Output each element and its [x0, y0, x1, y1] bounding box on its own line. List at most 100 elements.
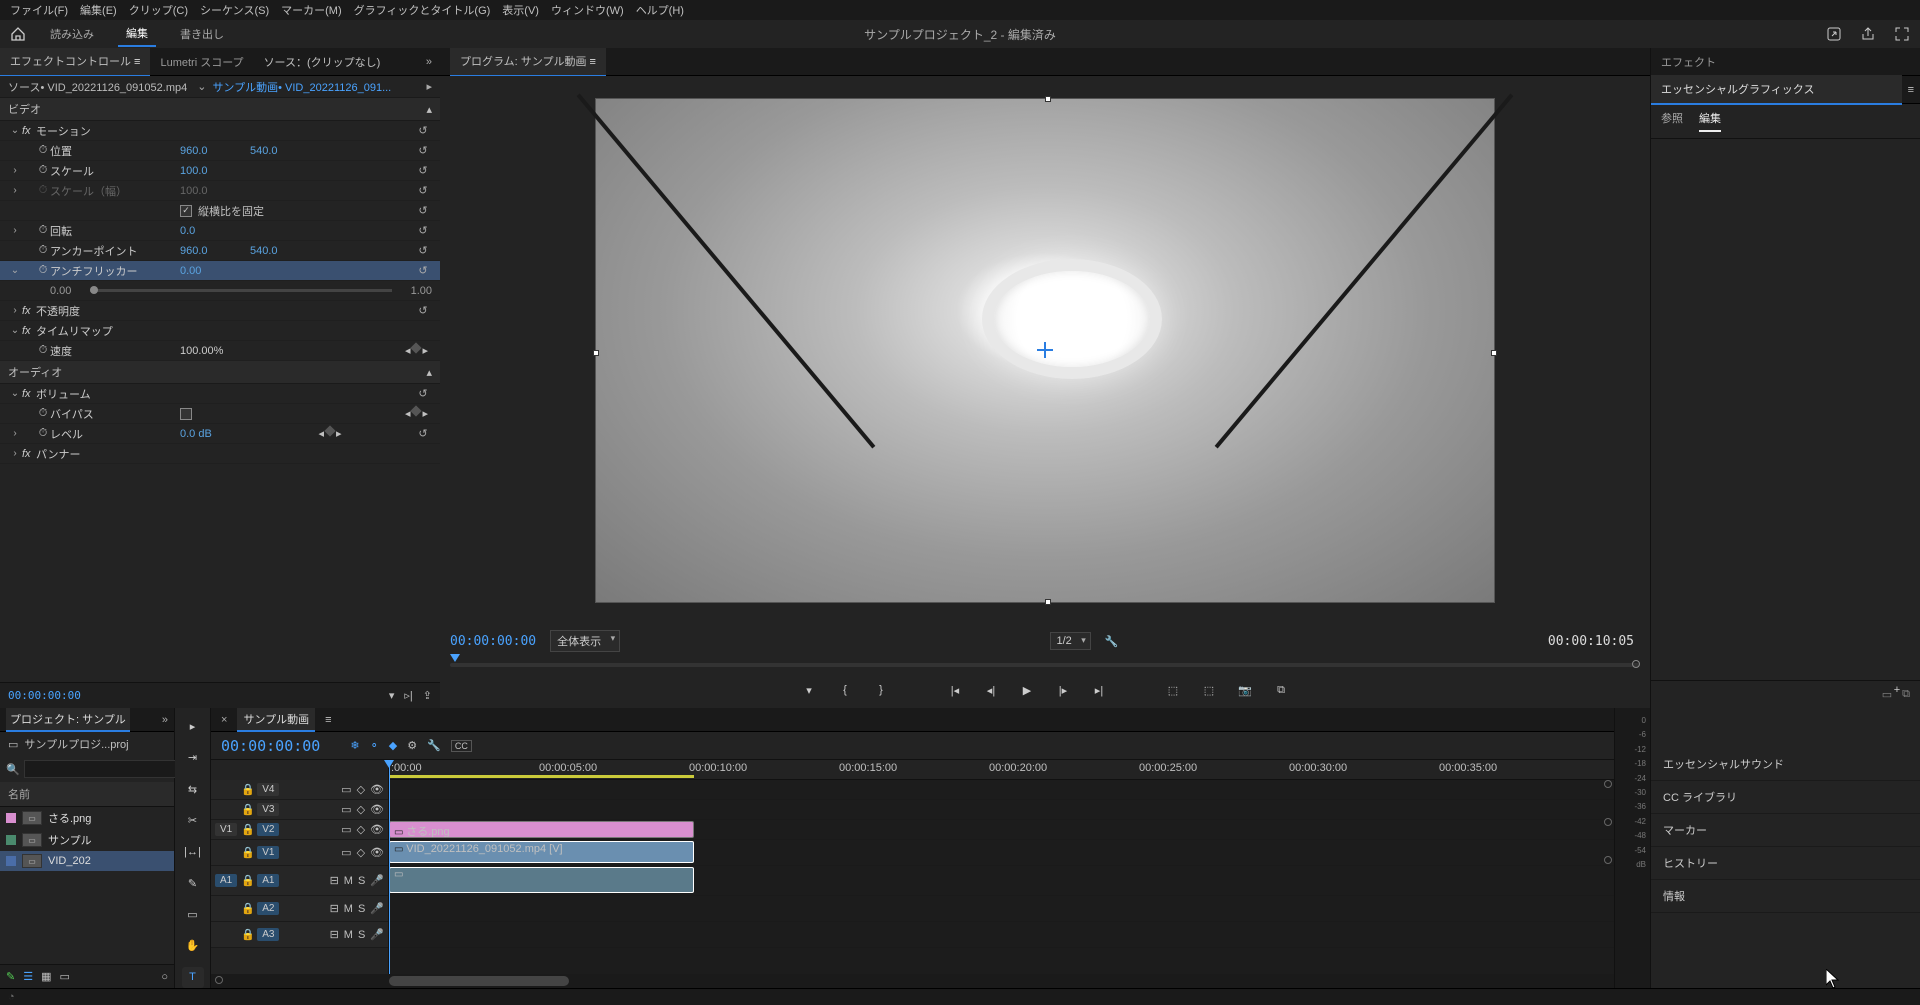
panel-tab-cc-libraries[interactable]: CC ライブラリ — [1651, 781, 1920, 814]
sync-lock-icon[interactable]: ◇ — [357, 846, 365, 859]
search-input[interactable] — [24, 760, 176, 778]
zoom-handle-icon[interactable] — [1604, 818, 1612, 826]
settings-icon[interactable]: 🔧 — [1105, 635, 1119, 648]
mic-icon[interactable]: 🎤 — [370, 928, 384, 941]
label-color-chip[interactable] — [6, 813, 16, 823]
workspace-tab-export[interactable]: 書き出し — [172, 22, 232, 46]
timeline-settings-icon[interactable]: ⚙ — [407, 739, 417, 752]
stopwatch-icon[interactable]: ⏱ — [36, 427, 50, 440]
volume-group[interactable]: ⌄fx ボリューム ↺ — [0, 384, 440, 404]
stopwatch-icon[interactable]: ⏱ — [36, 224, 50, 237]
mute-icon[interactable]: ▭ — [341, 823, 351, 836]
export-frame-icon[interactable]: 📷 — [1236, 681, 1254, 699]
tab-project[interactable]: プロジェクト: サンプル — [6, 708, 130, 732]
eye-icon[interactable]: 👁 — [370, 846, 384, 859]
track-header-a3[interactable]: A1 🔒 A3 ⊟MS🎤 — [211, 922, 388, 948]
reset-icon[interactable]: ↺ — [414, 304, 432, 317]
tab-essential-graphics[interactable]: エッセンシャルグラフィックス — [1651, 75, 1902, 105]
workspace-tab-import[interactable]: 読み込み — [42, 22, 102, 46]
write-pen-icon[interactable]: ✎ — [6, 970, 15, 983]
panel-tab-essential-sound[interactable]: エッセンシャルサウンド — [1651, 748, 1920, 781]
step-forward-icon[interactable]: |▸ — [1054, 681, 1072, 699]
reset-icon[interactable]: ↺ — [414, 144, 432, 157]
track-target-a1[interactable]: A1 — [257, 874, 279, 887]
prev-keyframe-icon[interactable]: ◂ — [405, 344, 411, 357]
track-header-a2[interactable]: A1 🔒 A2 ⊟MS🎤 — [211, 896, 388, 922]
pen-tool-icon[interactable]: ✎ — [182, 873, 204, 894]
list-item[interactable]: ▭ さる.png — [0, 807, 174, 829]
program-viewport[interactable] — [440, 76, 1650, 624]
freeform-view-icon[interactable]: ▭ — [60, 970, 70, 983]
linked-selection-icon[interactable]: ⚬ — [370, 739, 379, 752]
panel-tab-history[interactable]: ヒストリー — [1651, 847, 1920, 880]
menu-item[interactable]: ウィンドウ(W) — [551, 2, 624, 18]
type-tool-icon[interactable]: T — [182, 967, 204, 988]
track-target-a2[interactable]: A2 — [257, 902, 279, 915]
panel-menu-icon[interactable]: ≡ — [1902, 78, 1920, 102]
lock-icon[interactable]: 🔒 — [241, 823, 253, 836]
program-timecode-in[interactable]: 00:00:00:00 — [450, 634, 536, 649]
position-y-value[interactable]: 540.0 — [250, 145, 320, 157]
tab-source[interactable]: ソース：(クリップなし) — [254, 48, 391, 76]
menu-item[interactable]: 編集(E) — [80, 2, 117, 18]
reset-icon[interactable]: ↺ — [414, 164, 432, 177]
menu-item[interactable]: ヘルプ(H) — [636, 2, 684, 18]
label-color-chip[interactable] — [6, 835, 16, 845]
add-keyframe-icon[interactable] — [411, 405, 422, 416]
panel-tab-info[interactable]: 情報 — [1651, 880, 1920, 913]
anchor-x-value[interactable]: 960.0 — [180, 245, 250, 257]
mute-icon[interactable]: ⊟ — [330, 928, 339, 941]
slip-tool-icon[interactable]: |↔| — [182, 841, 204, 862]
play-icon[interactable]: ▶ — [1018, 681, 1036, 699]
source-patch-a1[interactable]: A1 — [215, 874, 237, 887]
menu-item[interactable]: 表示(V) — [502, 2, 539, 18]
mic-icon[interactable]: 🎤 — [370, 874, 384, 887]
stopwatch-icon[interactable]: ⏱ — [36, 244, 50, 257]
list-item[interactable]: ▭ サンプル — [0, 829, 174, 851]
menu-item[interactable]: マーカー(M) — [281, 2, 342, 18]
go-to-out-icon[interactable]: ▸| — [1090, 681, 1108, 699]
menu-item[interactable]: グラフィックとタイトル(G) — [354, 2, 491, 18]
export-frame-icon[interactable]: ⇪ — [423, 689, 432, 702]
anchor-point-icon[interactable] — [1037, 342, 1053, 358]
selection-tool-icon[interactable]: ▸ — [182, 716, 204, 737]
lock-icon[interactable]: 🔒 — [241, 874, 253, 887]
subtab-edit[interactable]: 編集 — [1699, 110, 1721, 132]
level-value[interactable]: 0.0 dB — [180, 428, 250, 440]
home-icon[interactable] — [10, 26, 26, 42]
zoom-out-handle[interactable] — [215, 976, 223, 984]
next-keyframe-icon[interactable]: ▸ — [336, 427, 342, 440]
reset-icon[interactable]: ↺ — [414, 124, 432, 137]
wrench-icon[interactable]: 🔧 — [427, 739, 441, 752]
track-header[interactable]: V1 🔒 V3 ▭◇👁 — [211, 800, 388, 820]
track-target-a3[interactable]: A3 — [257, 928, 279, 941]
ripple-edit-tool-icon[interactable]: ⇆ — [182, 779, 204, 800]
track-header-v2[interactable]: V1 🔒 V2 ▭◇👁 — [211, 820, 388, 840]
reset-icon[interactable]: ↺ — [414, 244, 432, 257]
video-section-header[interactable]: ビデオ ▴ — [0, 98, 440, 121]
share-icon[interactable] — [1860, 26, 1876, 42]
stopwatch-icon[interactable]: ⏱ — [36, 344, 50, 357]
panel-tab-markers[interactable]: マーカー — [1651, 814, 1920, 847]
reset-icon[interactable]: ↺ — [414, 184, 432, 197]
reset-icon[interactable]: ↺ — [414, 224, 432, 237]
next-keyframe-icon[interactable]: ▸ — [422, 344, 428, 357]
stopwatch-icon[interactable]: ⏱ — [36, 144, 50, 157]
sync-lock-icon[interactable]: ◇ — [357, 783, 365, 796]
main-menubar[interactable]: ファイル(F) 編集(E) クリップ(C) シーケンス(S) マーカー(M) グ… — [0, 0, 1920, 20]
list-view-icon[interactable]: ☰ — [23, 970, 33, 983]
timeline-h-scrollbar[interactable] — [211, 974, 1614, 988]
antiflicker-slider[interactable] — [90, 289, 392, 292]
chevron-right-icon[interactable]: ▸ — [426, 80, 432, 93]
captions-toggle[interactable]: CC — [451, 740, 472, 752]
go-to-in-icon[interactable]: |◂ — [946, 681, 964, 699]
scale-value[interactable]: 100.0 — [180, 165, 250, 177]
opacity-group[interactable]: ›fx 不透明度 ↺ — [0, 301, 440, 321]
rotation-value[interactable]: 0.0 — [180, 225, 250, 237]
extract-icon[interactable]: ⬚ — [1200, 681, 1218, 699]
lock-icon[interactable]: 🔒 — [241, 846, 253, 859]
fit-dropdown[interactable]: 全体表示 — [550, 630, 620, 652]
panner-group[interactable]: ›fx パンナー — [0, 444, 440, 464]
set-out-icon[interactable]: } — [872, 681, 890, 699]
reset-icon[interactable]: ↺ — [414, 204, 432, 217]
